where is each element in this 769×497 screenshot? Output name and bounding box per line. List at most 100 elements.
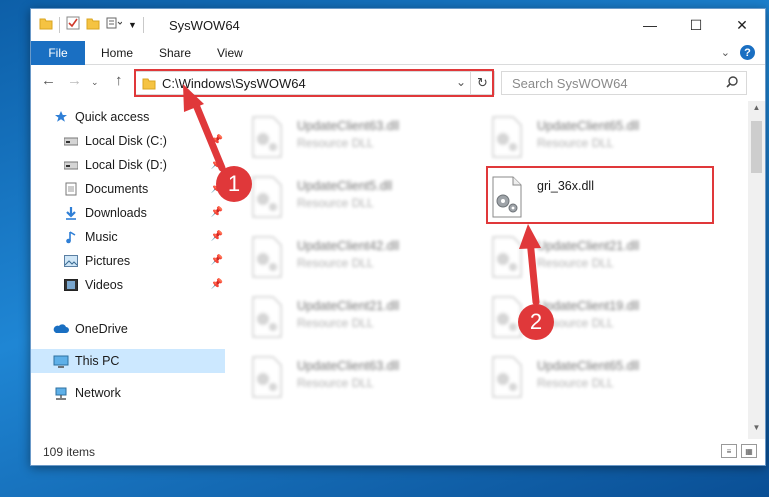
large-icons-view-icon[interactable]: ▦ xyxy=(741,444,757,458)
step-badge-1: 1 xyxy=(216,166,252,202)
sidebar-item-label: Pictures xyxy=(85,254,131,268)
sidebar-item-local-disk-c[interactable]: Local Disk (C:) 📌 xyxy=(31,129,225,153)
close-button[interactable]: ✕ xyxy=(719,9,765,41)
file-list: UpdateClient63.dll Resource DLL UpdateCl… xyxy=(227,101,743,437)
file-name: UpdateClient19.dll xyxy=(537,299,640,313)
file-name: UpdateClient21.dll xyxy=(537,239,640,253)
sidebar-item-label: This PC xyxy=(75,354,120,368)
forward-arrow-icon[interactable]: → xyxy=(67,72,82,89)
search-box[interactable]: Search SysWOW64 xyxy=(501,71,747,95)
dll-file-icon xyxy=(489,115,525,159)
file-item[interactable]: UpdateClient63.dll Resource DLL xyxy=(249,351,479,405)
file-type: Resource DLL xyxy=(297,316,374,330)
drive-icon xyxy=(63,157,79,173)
pin-icon: 📌 xyxy=(210,255,223,266)
file-type: Resource DLL xyxy=(537,376,614,390)
sidebar-item-label: Quick access xyxy=(75,110,150,124)
file-type: Resource DLL xyxy=(297,196,374,210)
minimize-button[interactable]: — xyxy=(627,9,673,41)
file-item[interactable]: UpdateClient63.dll Resource DLL xyxy=(249,111,479,165)
expand-ribbon-icon[interactable]: ⌄ xyxy=(721,46,730,59)
file-type: Resource DLL xyxy=(297,376,374,390)
vertical-scrollbar[interactable]: ▲ ▼ xyxy=(748,101,765,439)
dll-file-icon xyxy=(489,355,525,399)
tab-file[interactable]: File xyxy=(31,41,85,65)
sidebar-item-downloads[interactable]: Downloads 📌 xyxy=(31,201,225,225)
sidebar-item-label: Music xyxy=(85,230,118,244)
sidebar-item-music[interactable]: Music 📌 xyxy=(31,225,225,249)
file-name: UpdateClient63.dll xyxy=(297,359,400,373)
chevron-down-icon[interactable]: ▼ xyxy=(128,20,137,30)
sidebar-item-documents[interactable]: Documents 📌 xyxy=(31,177,225,201)
file-item[interactable]: UpdateClient65.dll Resource DLL xyxy=(489,351,719,405)
file-item[interactable]: UpdateClient21.dll Resource DLL xyxy=(249,291,479,345)
file-item[interactable]: UpdateClient65.dll Resource DLL xyxy=(489,111,719,165)
file-item[interactable]: UpdateClient21.dll Resource DLL xyxy=(489,231,719,285)
sidebar-item-label: Downloads xyxy=(85,206,147,220)
pictures-icon xyxy=(63,253,79,269)
music-icon xyxy=(63,229,79,245)
file-name: UpdateClient63.dll xyxy=(297,119,400,133)
ribbon-tabs: File Home Share View ⌄ ? xyxy=(31,41,765,65)
quick-access-toolbar: ▼ xyxy=(39,16,144,33)
videos-icon xyxy=(63,277,79,293)
cloud-icon xyxy=(53,321,69,337)
dll-file-icon xyxy=(249,235,285,279)
documents-icon xyxy=(63,181,79,197)
search-input[interactable]: Search SysWOW64 xyxy=(512,76,628,91)
help-icon[interactable]: ? xyxy=(740,45,755,60)
sidebar-item-label: Documents xyxy=(85,182,149,196)
recent-locations-chevron-icon[interactable]: ⌄ xyxy=(91,77,99,88)
star-icon xyxy=(53,109,69,125)
back-arrow-icon[interactable]: ← xyxy=(41,72,56,89)
sidebar-item-this-pc[interactable]: This PC xyxy=(31,349,225,373)
file-name: UpdateClient65.dll xyxy=(537,359,640,373)
view-toggle: ≡ ▦ xyxy=(721,444,757,458)
network-icon xyxy=(53,385,69,401)
search-icon[interactable] xyxy=(726,76,738,91)
pin-icon: 📌 xyxy=(210,207,223,218)
tab-view[interactable]: View xyxy=(203,41,257,65)
file-type: Resource DLL xyxy=(537,136,614,150)
tab-share[interactable]: Share xyxy=(145,41,205,65)
toolbar-divider xyxy=(142,16,144,33)
window-title: SysWOW64 xyxy=(169,18,240,33)
file-type: Resource DLL xyxy=(537,256,614,270)
pin-icon: 📌 xyxy=(210,231,223,242)
file-type: Resource DLL xyxy=(297,256,374,270)
address-bar-highlight xyxy=(134,69,494,97)
new-folder-icon[interactable] xyxy=(86,16,100,33)
sidebar-item-label: Network xyxy=(75,386,121,400)
pin-icon: 📌 xyxy=(210,135,223,146)
up-arrow-icon[interactable]: ↑ xyxy=(115,72,123,89)
sidebar-item-pictures[interactable]: Pictures 📌 xyxy=(31,249,225,273)
file-name: UpdateClient65.dll xyxy=(537,119,640,133)
sidebar-item-label: Local Disk (D:) xyxy=(85,158,167,172)
file-item[interactable]: UpdateClient5.dll Resource DLL xyxy=(249,171,479,225)
dll-file-icon xyxy=(249,295,285,339)
pin-icon: 📌 xyxy=(210,159,223,170)
sidebar-item-onedrive[interactable]: OneDrive xyxy=(31,317,225,341)
sidebar-item-label: OneDrive xyxy=(75,322,128,336)
status-bar: 109 items ≡ ▦ xyxy=(31,439,765,465)
sidebar-item-local-disk-d[interactable]: Local Disk (D:) 📌 xyxy=(31,153,225,177)
navigation-pane: Quick access Local Disk (C:) 📌 Local Dis… xyxy=(31,105,225,435)
pin-icon: 📌 xyxy=(210,279,223,290)
customize-toolbar-icon[interactable] xyxy=(106,16,123,33)
dll-file-icon xyxy=(249,355,285,399)
dll-file-icon xyxy=(249,175,285,219)
scroll-down-arrow-icon[interactable]: ▼ xyxy=(748,423,765,437)
properties-icon[interactable] xyxy=(66,16,80,33)
scroll-up-arrow-icon[interactable]: ▲ xyxy=(748,103,765,117)
tab-home[interactable]: Home xyxy=(87,41,147,65)
item-count: 109 items xyxy=(43,445,96,459)
sidebar-item-quick-access[interactable]: Quick access xyxy=(31,105,225,129)
sidebar-item-videos[interactable]: Videos 📌 xyxy=(31,273,225,297)
file-item[interactable]: UpdateClient42.dll Resource DLL xyxy=(249,231,479,285)
file-highlight xyxy=(486,166,714,224)
maximize-button[interactable]: ☐ xyxy=(673,9,719,41)
details-view-icon[interactable]: ≡ xyxy=(721,444,737,458)
scrollbar-thumb[interactable] xyxy=(751,121,762,173)
download-icon xyxy=(63,205,79,221)
sidebar-item-network[interactable]: Network xyxy=(31,381,225,405)
